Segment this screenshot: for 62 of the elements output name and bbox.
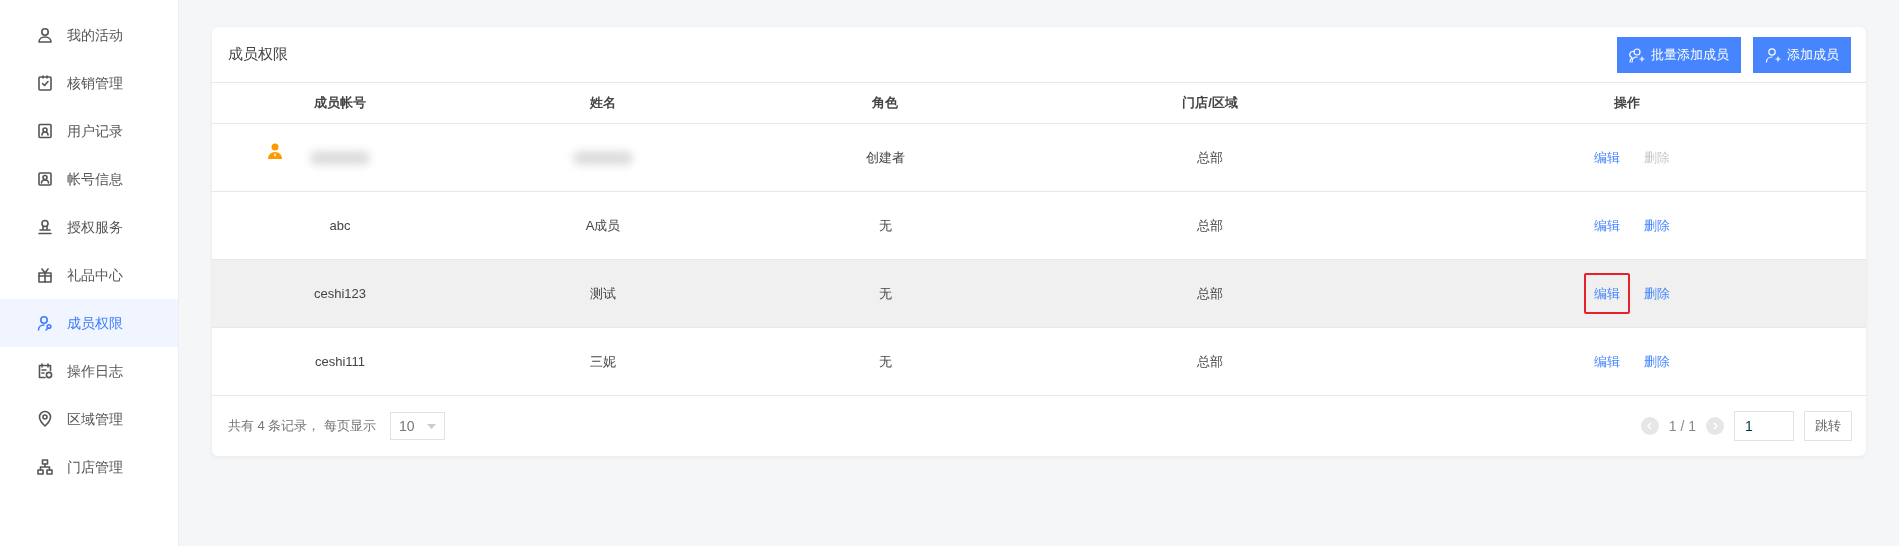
delete-link[interactable]: 删除 (1644, 215, 1670, 236)
column-header: 姓名 (589, 94, 617, 113)
table-cell: 无 (878, 217, 892, 233)
add-member-button[interactable]: 添加成员 (1753, 36, 1851, 73)
edit-link[interactable]: 编辑 (1584, 272, 1630, 315)
table-cell: 总部 (1197, 149, 1223, 165)
table-cell: 总部 (1197, 217, 1223, 233)
sidebar-item[interactable]: 核销管理 (0, 59, 178, 107)
column-header: 操作 (1613, 94, 1641, 113)
pin-icon (36, 410, 54, 428)
edit-link[interactable]: 编辑 (1584, 204, 1630, 247)
column-header: 角色 (871, 94, 899, 113)
table-cell-text: ceshi111 (314, 352, 366, 371)
userkey-icon (36, 314, 54, 332)
next-page-button[interactable] (1706, 417, 1724, 435)
calendar-icon (36, 362, 54, 380)
card-title: 成员权限 (228, 44, 288, 65)
prev-page-button[interactable] (1640, 417, 1659, 435)
column-header: 成员帐号 (313, 94, 367, 113)
delete-link[interactable]: 删除 (1644, 283, 1670, 304)
table-cell-text: 三妮 (590, 352, 616, 371)
sidebar-item[interactable]: 我的活动 (0, 11, 178, 59)
sidebar-item[interactable]: 区域管理 (0, 395, 178, 443)
page-size-select[interactable]: 10 (390, 412, 446, 440)
table-cell-text: abc (329, 216, 351, 235)
table-cell-text: 测试 (590, 284, 616, 303)
sidebar-item[interactable]: 操作日志 (0, 347, 178, 395)
caret-icon (427, 423, 437, 429)
record-summary: 共有 4 条记录， 每页显示 (228, 417, 377, 436)
table-cell: 总部 (1197, 353, 1223, 369)
idcard-icon (36, 170, 54, 188)
table-cell: 创建者 (865, 149, 905, 165)
chevron-left-icon (1645, 422, 1654, 430)
org-icon (36, 458, 54, 476)
clipboard-icon (36, 74, 54, 92)
column-header: 门店/区域 (1181, 94, 1239, 113)
edit-link[interactable]: 编辑 (1584, 136, 1630, 179)
sidebar-item[interactable]: 礼品中心 (0, 251, 178, 299)
blurred-text (573, 150, 633, 165)
jump-button[interactable]: 跳转 (1804, 411, 1852, 441)
user-add-icon (1765, 46, 1781, 63)
page-input[interactable]: 1 (1734, 411, 1794, 441)
table-cell: 无 (878, 285, 892, 301)
sidebar-item[interactable]: 门店管理 (0, 443, 178, 491)
delete-link[interactable]: 删除 (1644, 351, 1670, 372)
edit-link[interactable]: 编辑 (1584, 340, 1630, 383)
table-cell: 无 (878, 353, 892, 369)
sidebar-item[interactable]: 用户记录 (0, 107, 178, 155)
chevron-right-icon (1711, 422, 1719, 430)
stamp-icon (36, 218, 54, 236)
badge-icon (36, 122, 54, 140)
add-member-button[interactable]: 批量添加成员 (1617, 36, 1741, 73)
user-icon (36, 26, 54, 44)
table-cell-text: A成员 (585, 216, 621, 235)
sidebar-item[interactable]: 授权服务 (0, 203, 178, 251)
users-add-icon (1629, 46, 1645, 63)
page-info: 1 / 1 (1668, 416, 1696, 436)
gift-icon (36, 266, 54, 284)
table-cell-text: ceshi123 (313, 284, 366, 303)
sidebar-item[interactable]: 帐号信息 (0, 155, 178, 203)
sidebar-item[interactable]: 成员权限 (0, 299, 178, 347)
table-cell: 总部 (1197, 285, 1223, 301)
